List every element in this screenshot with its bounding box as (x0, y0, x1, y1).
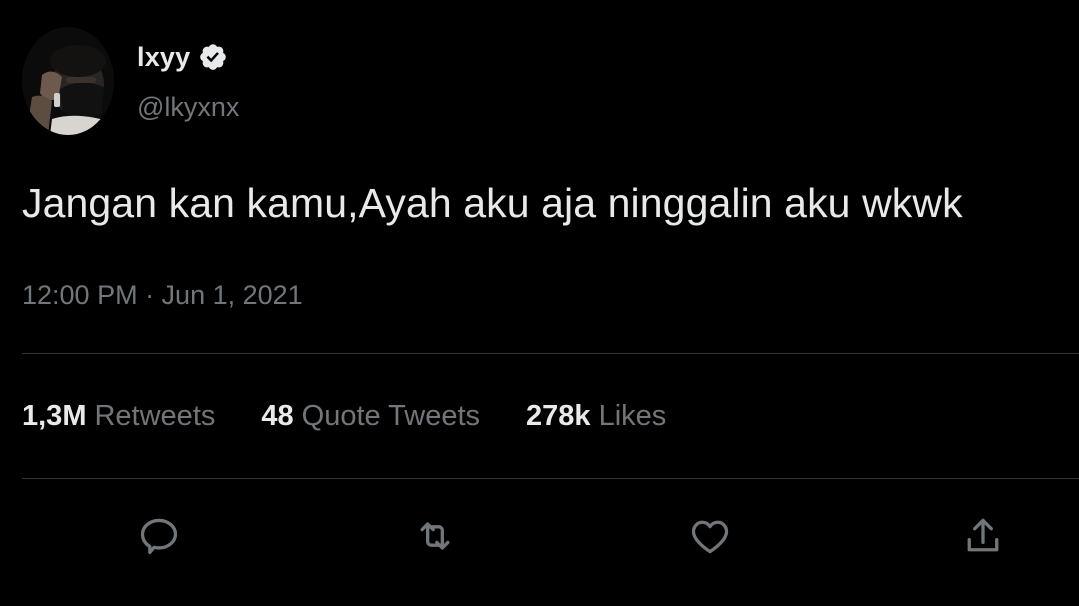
display-name[interactable]: lxyy (137, 42, 190, 73)
tweet-text: Jangan kan kamu,Ayah aku aja ninggalin a… (22, 180, 963, 226)
divider (22, 478, 1079, 479)
retweets-stat[interactable]: 1,3M Retweets (22, 400, 215, 433)
share-icon (967, 518, 999, 552)
reply-icon (140, 518, 178, 555)
likes-label: Likes (598, 400, 667, 432)
quote-tweets-stat[interactable]: 48 Quote Tweets (261, 400, 480, 433)
author-name-row: lxyy (137, 38, 228, 76)
like-button[interactable] (686, 512, 734, 560)
tweet-stats: 1,3M Retweets 48 Quote Tweets 278k Likes (22, 400, 666, 433)
quote-tweets-label: Quote Tweets (301, 400, 481, 432)
verified-badge-icon (198, 42, 228, 72)
reply-button[interactable] (135, 512, 183, 560)
retweet-button[interactable] (411, 512, 459, 560)
share-button[interactable] (959, 512, 1007, 560)
avatar[interactable] (22, 27, 114, 135)
avatar-image (22, 27, 114, 135)
divider (22, 353, 1079, 354)
tweet-timestamp[interactable]: 12:00 PM · Jun 1, 2021 (22, 280, 303, 311)
retweets-count: 1,3M (22, 400, 87, 432)
retweet-icon (420, 522, 450, 550)
likes-stat[interactable]: 278k Likes (526, 400, 666, 433)
author-handle[interactable]: @lkyxnx (137, 92, 239, 123)
retweets-label: Retweets (94, 400, 216, 432)
quote-tweets-count: 48 (261, 400, 294, 432)
likes-count: 278k (526, 400, 591, 432)
heart-icon (691, 520, 729, 554)
